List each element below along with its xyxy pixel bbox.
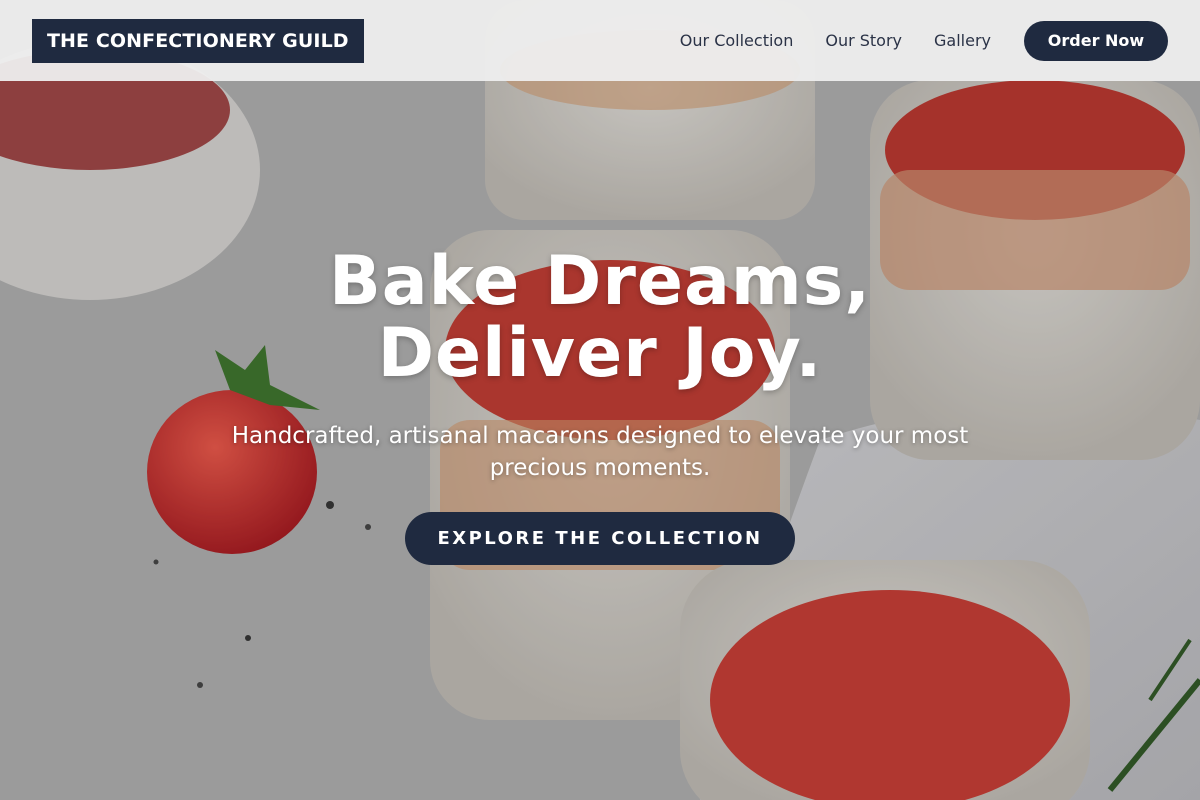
nav-link-gallery[interactable]: Gallery xyxy=(934,31,991,50)
order-now-button[interactable]: Order Now xyxy=(1024,20,1168,61)
hero-headline: Bake Dreams, Deliver Joy. xyxy=(250,246,950,390)
hero-subtitle: Handcrafted, artisanal macarons designed… xyxy=(231,423,969,481)
brand-logo[interactable]: THE CONFECTIONERY GUILD xyxy=(32,18,364,63)
hero-headline-line-2: Deliver Joy. xyxy=(377,314,823,393)
primary-nav: Our Collection Our Story Gallery Order N… xyxy=(680,20,1168,61)
hero-headline-line-1: Bake Dreams, xyxy=(328,242,872,321)
nav-link-our-collection[interactable]: Our Collection xyxy=(680,31,794,50)
nav-link-our-story[interactable]: Our Story xyxy=(825,31,902,50)
explore-collection-button[interactable]: EXPLORE THE COLLECTION xyxy=(405,512,795,565)
hero-content: Bake Dreams, Deliver Joy. Handcrafted, a… xyxy=(0,246,1200,565)
top-navbar: THE CONFECTIONERY GUILD Our Collection O… xyxy=(0,0,1200,81)
